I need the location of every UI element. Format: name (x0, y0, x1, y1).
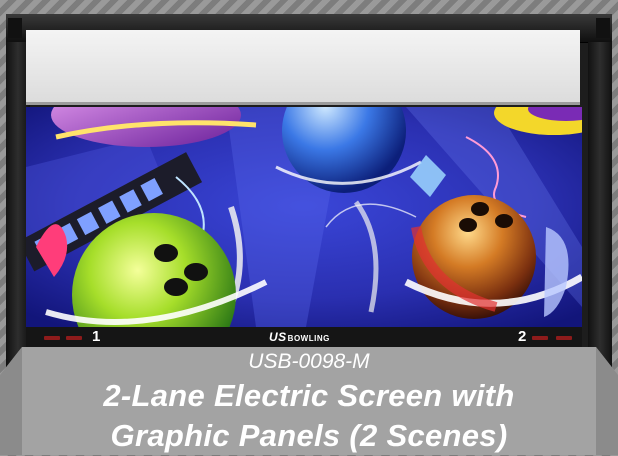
product-title-line-2: Graphic Panels (2 Scenes) (110, 418, 508, 453)
brand-name: BOWLING (287, 334, 330, 343)
lane-light-right-inner (532, 336, 548, 340)
graphic-panel (26, 107, 582, 327)
product-model-number: USB-0098-M (248, 350, 370, 373)
lane-indicator-strip: 1 USBOWLING 2 (26, 327, 582, 347)
brand-logo: USBOWLING (269, 330, 330, 344)
lane-light-right-outer (556, 336, 572, 340)
lane-light-left-outer (44, 336, 60, 340)
lane-light-left-inner (66, 336, 82, 340)
brand-mark: US (269, 330, 287, 344)
housing-cap-right (596, 18, 610, 38)
lane-number-left: 1 (92, 328, 101, 345)
bowling-graphic-illustration (26, 107, 582, 327)
screen-surface (26, 30, 580, 105)
product-title-line-1: 2-Lane Electric Screen with (103, 378, 515, 413)
lane-number-right: 2 (518, 328, 527, 345)
product-title: 2-Lane Electric Screen with Graphic Pane… (0, 376, 618, 456)
housing-cap-left (8, 18, 22, 38)
